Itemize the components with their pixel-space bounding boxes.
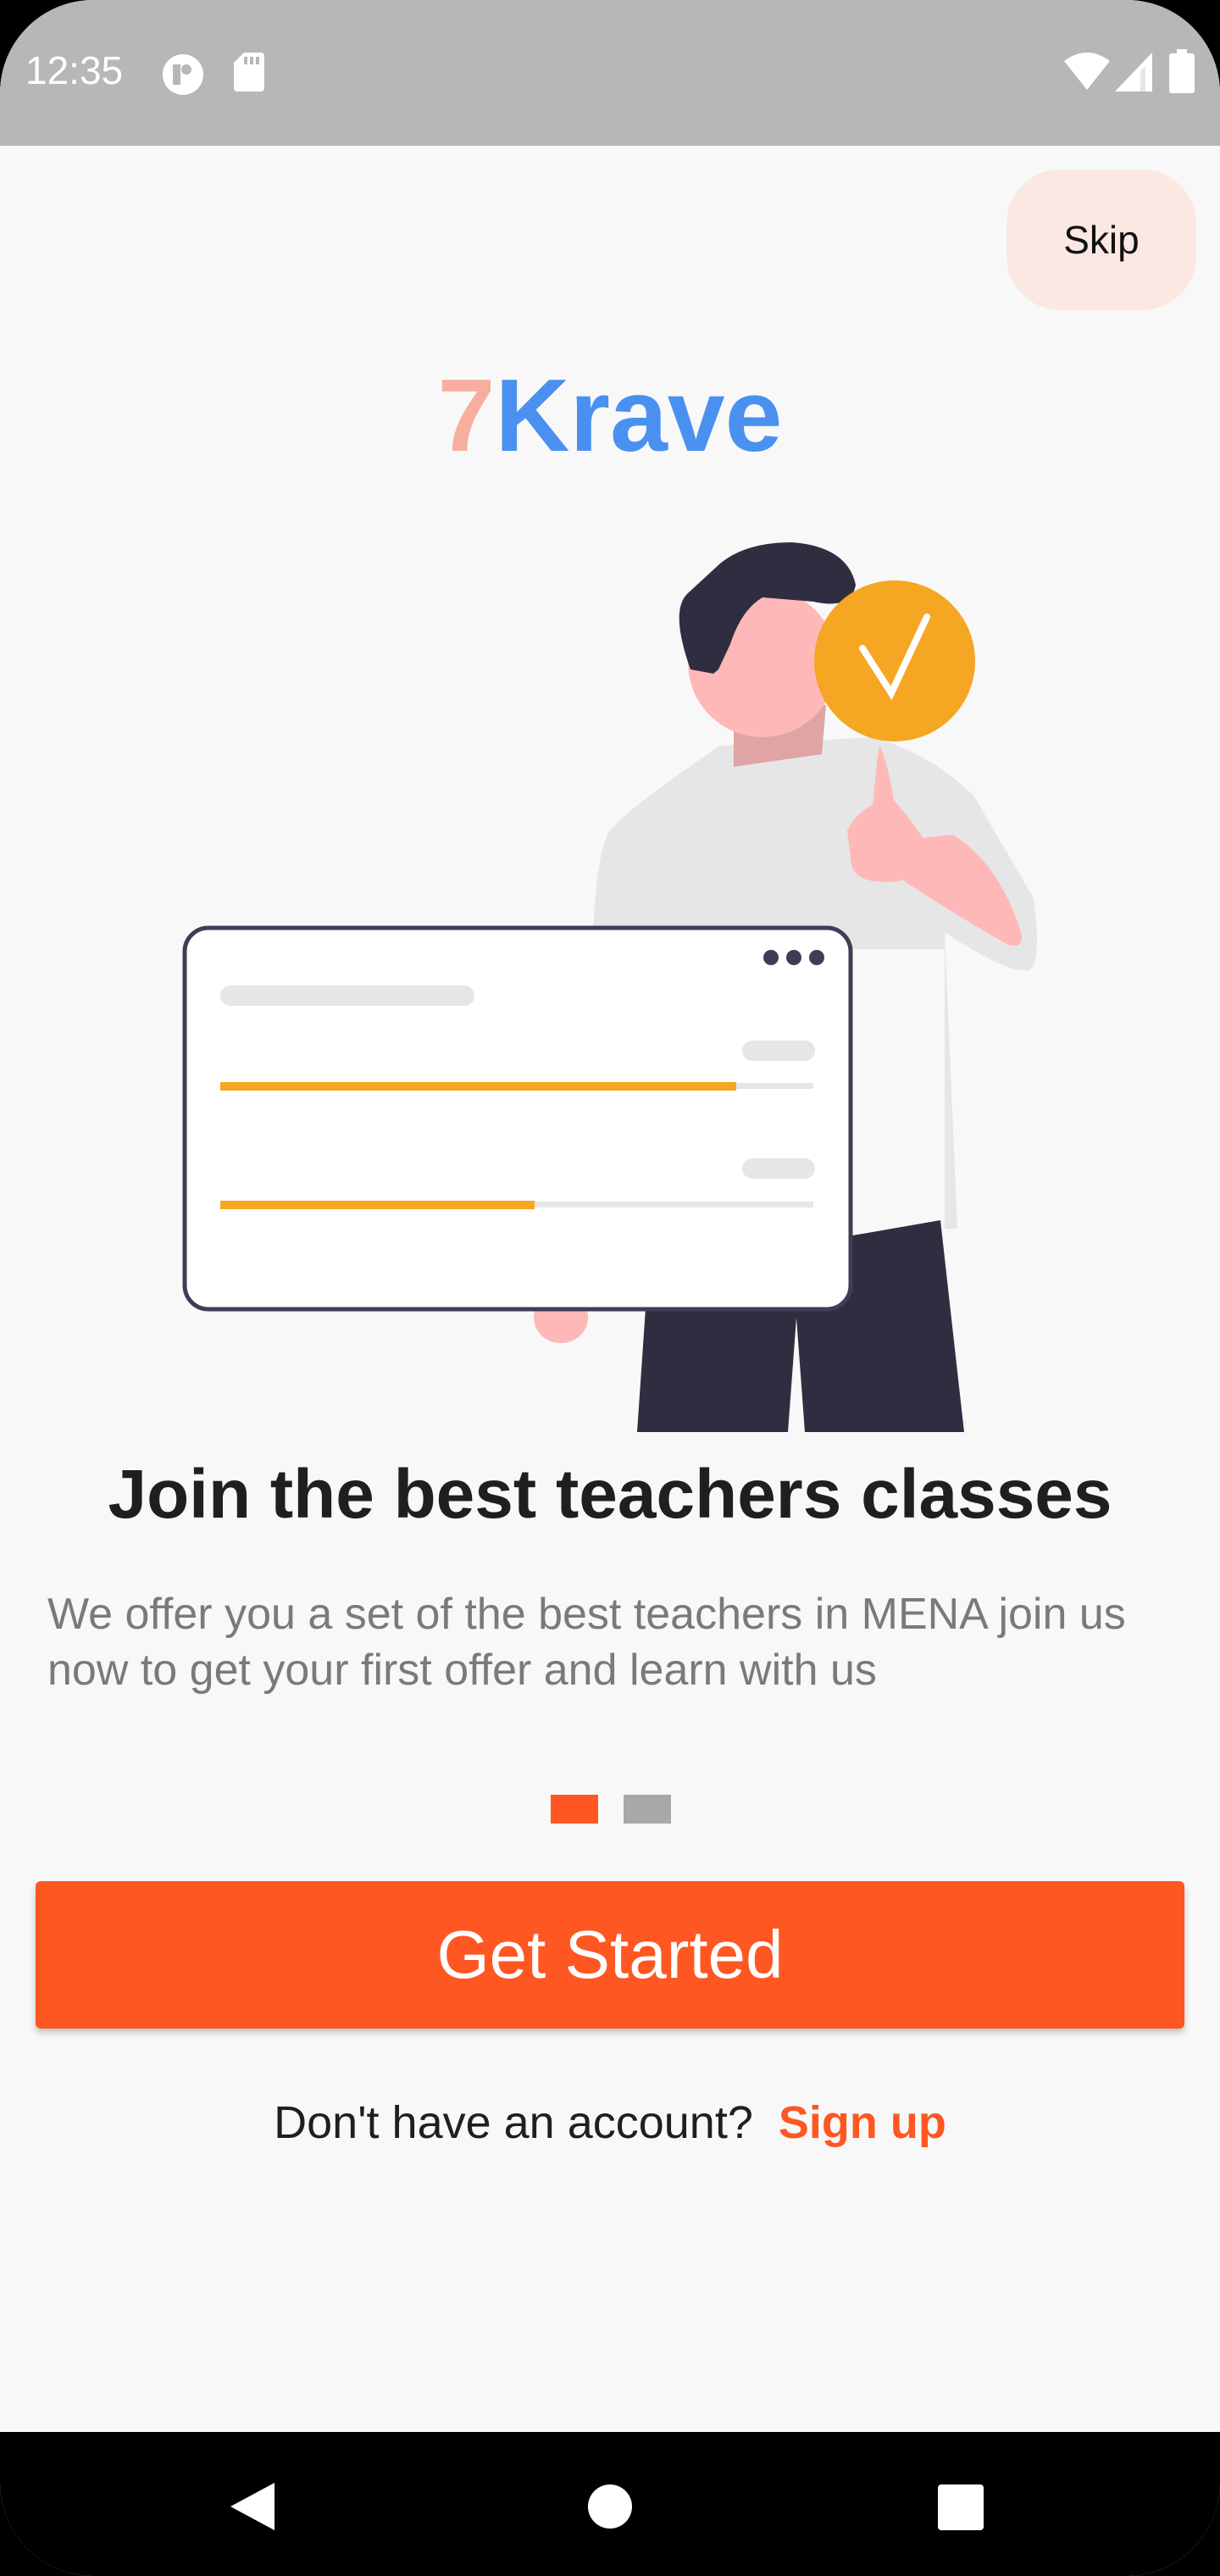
progress-fill-2: [220, 1201, 535, 1209]
signup-prompt: Don't have an account?: [274, 2097, 753, 2148]
page-indicator-dot-active: [551, 1795, 598, 1824]
page-indicator-dot: [624, 1795, 671, 1824]
status-time: 12:35: [25, 48, 124, 92]
logo-number: 7: [437, 358, 496, 473]
skip-button[interactable]: Skip: [1006, 169, 1196, 310]
wifi-icon: [1064, 53, 1110, 90]
navigation-bar: [0, 2432, 1220, 2576]
page-indicator: [551, 1795, 671, 1824]
onboarding-title: Join the best teachers classes: [108, 1456, 1112, 1533]
battery-icon: [1169, 49, 1195, 93]
logo-word: Krave: [495, 358, 783, 473]
progress-fill-1: [220, 1082, 736, 1091]
back-icon[interactable]: [230, 2483, 276, 2530]
status-bar: 12:35: [0, 0, 1220, 146]
progress-card: [182, 925, 853, 1312]
data-saver-icon: [163, 54, 203, 95]
recents-icon[interactable]: [938, 2484, 984, 2530]
teacher-checkmark-illustration: [182, 542, 1037, 1432]
signup-row: Don't have an account? Sign up: [0, 2093, 1220, 2152]
cellular-signal-icon: [1115, 53, 1152, 92]
signup-link[interactable]: Sign up: [779, 2097, 946, 2148]
get-started-button[interactable]: Get Started: [36, 1881, 1184, 2029]
home-icon[interactable]: [587, 2484, 633, 2529]
check-badge: [814, 580, 975, 741]
onboarding-description: We offer you a set of the best teachers …: [47, 1590, 1126, 1695]
onboarding-screen: 12:35 Skip 7Krave Join the best teachers…: [0, 0, 1220, 2576]
app-logo: 7Krave: [0, 356, 1220, 475]
sd-card-icon: [234, 53, 264, 92]
